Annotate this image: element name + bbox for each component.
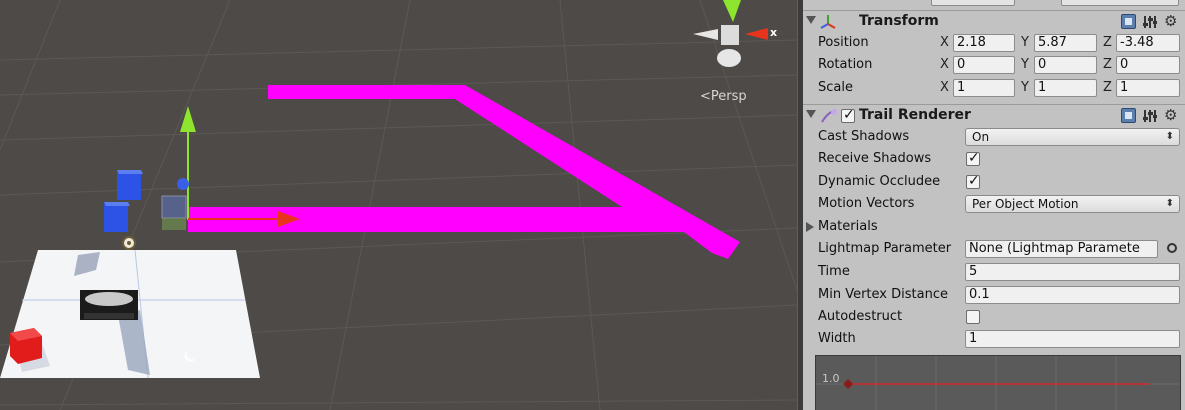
inspector-top-strip <box>803 0 1185 8</box>
tag-dropdown[interactable] <box>931 0 1015 6</box>
inspector-panel: Transform ⚙ Position X 2.18 Y 5.87 Z -3.… <box>803 0 1185 410</box>
materials-row[interactable]: Materials <box>803 216 1185 238</box>
rotation-x-label[interactable]: X <box>940 57 949 72</box>
cast-shadows-value: On <box>972 130 990 144</box>
width-label[interactable]: Width <box>818 331 856 346</box>
blue-cube-top[interactable] <box>117 170 143 200</box>
help-book-icon[interactable] <box>1121 108 1136 123</box>
scale-x-label[interactable]: X <box>940 80 949 95</box>
scene-view[interactable]: x <Persp <box>0 0 797 410</box>
rotation-row: Rotation X 0 Y 0 Z 0 <box>803 54 1185 76</box>
time-label[interactable]: Time <box>818 264 850 279</box>
rotation-y-label[interactable]: Y <box>1021 57 1029 72</box>
transform-axes-icon <box>820 15 836 29</box>
position-z-field[interactable]: -3.48 <box>1116 34 1180 52</box>
receive-shadows-checkbox[interactable]: ✓ <box>966 150 980 166</box>
trail-renderer-icon <box>821 109 837 123</box>
orientation-gizmo[interactable] <box>693 0 768 67</box>
rotation-z-field[interactable]: 0 <box>1116 56 1180 74</box>
help-book-icon[interactable] <box>1121 14 1136 29</box>
persp-toggle[interactable]: <Persp <box>700 89 747 104</box>
dropdown-arrows-icon: ⬍ <box>1165 131 1174 142</box>
dynamic-occludee-row: Dynamic Occludee ✓ <box>803 171 1185 193</box>
scale-z-label[interactable]: Z <box>1103 80 1112 95</box>
gizmo-x-axis-label[interactable]: x <box>770 26 777 39</box>
persp-arrow-icon: < <box>700 89 711 104</box>
cast-shadows-dropdown[interactable]: On ⬍ <box>965 128 1180 146</box>
curve-y-label: 1.0 <box>822 372 840 385</box>
checkmark-icon: ✓ <box>968 173 980 189</box>
rotation-y-field[interactable]: 0 <box>1034 56 1097 74</box>
trail-renderer-title: Trail Renderer <box>859 107 971 123</box>
transform-header[interactable]: Transform ⚙ <box>803 10 1185 32</box>
checkmark-icon: ✓ <box>843 107 855 123</box>
position-row: Position X 2.18 Y 5.87 Z -3.48 <box>803 32 1185 54</box>
reflective-panel[interactable] <box>80 290 138 320</box>
checkmark-icon: ✓ <box>968 150 980 166</box>
motion-vectors-label: Motion Vectors <box>818 196 915 211</box>
position-x-label[interactable]: X <box>940 35 949 50</box>
dropdown-arrows-icon: ⬍ <box>1165 198 1174 209</box>
min-vertex-distance-row: Min Vertex Distance 0.1 <box>803 284 1185 306</box>
position-y-field[interactable]: 5.87 <box>1034 34 1097 52</box>
lightmap-parameter-row: Lightmap Parameter None (Lightmap Parame… <box>803 238 1185 260</box>
scale-y-label[interactable]: Y <box>1021 80 1029 95</box>
transform-foldout-arrow[interactable] <box>806 16 816 24</box>
trail-renderer-enabled-checkbox[interactable]: ✓ <box>841 107 855 123</box>
motion-vectors-row: Motion Vectors Per Object Motion ⬍ <box>803 193 1185 215</box>
autodestruct-label: Autodestruct <box>818 309 903 324</box>
scale-row: Scale X 1 Y 1 Z 1 <box>803 77 1185 99</box>
motion-vectors-dropdown[interactable]: Per Object Motion ⬍ <box>965 195 1180 213</box>
position-y-label[interactable]: Y <box>1021 35 1029 50</box>
width-field[interactable]: 1 <box>965 330 1180 348</box>
rotation-label: Rotation <box>818 57 873 72</box>
scene-canvas[interactable] <box>0 0 797 410</box>
preset-settings-icon[interactable] <box>1142 108 1158 123</box>
transform-title: Transform <box>859 13 939 29</box>
curve-keyframe-icon <box>843 379 853 389</box>
layer-dropdown[interactable] <box>1061 0 1179 6</box>
red-cube[interactable] <box>10 328 42 364</box>
min-vertex-distance-label[interactable]: Min Vertex Distance <box>818 287 948 302</box>
rotation-z-label[interactable]: Z <box>1103 57 1112 72</box>
scale-label: Scale <box>818 80 853 95</box>
position-label: Position <box>818 35 869 50</box>
light-gizmo-icon[interactable] <box>122 236 136 250</box>
width-curve-grid <box>816 356 1180 410</box>
trail-renderer-header[interactable]: ✓ Trail Renderer ⚙ <box>803 104 1185 126</box>
persp-label: Persp <box>710 89 747 104</box>
trail-renderer-foldout-arrow[interactable] <box>806 110 816 118</box>
dynamic-occludee-label: Dynamic Occludee <box>818 174 941 189</box>
width-row: Width 1 <box>803 328 1185 350</box>
materials-label[interactable]: Materials <box>818 219 878 234</box>
preset-settings-icon[interactable] <box>1142 14 1158 29</box>
autodestruct-checkbox[interactable] <box>966 310 980 324</box>
time-row: Time 5 <box>803 261 1185 283</box>
blue-cube-bottom[interactable] <box>104 202 130 232</box>
cast-shadows-label: Cast Shadows <box>818 129 910 144</box>
cast-shadows-row: Cast Shadows On ⬍ <box>803 126 1185 148</box>
rotation-x-field[interactable]: 0 <box>953 56 1015 74</box>
dynamic-occludee-checkbox[interactable]: ✓ <box>966 173 980 189</box>
scale-x-field[interactable]: 1 <box>953 79 1015 97</box>
autodestruct-row: Autodestruct <box>803 306 1185 328</box>
scale-y-field[interactable]: 1 <box>1034 79 1097 97</box>
materials-foldout-arrow[interactable] <box>806 222 814 232</box>
trail-path[interactable] <box>188 85 740 259</box>
min-vertex-distance-field[interactable]: 0.1 <box>965 286 1180 304</box>
gear-icon[interactable]: ⚙ <box>1164 12 1177 30</box>
time-field[interactable]: 5 <box>965 263 1180 281</box>
lightmap-parameter-label: Lightmap Parameter <box>818 241 952 256</box>
gear-icon[interactable]: ⚙ <box>1164 106 1177 124</box>
receive-shadows-label: Receive Shadows <box>818 151 932 166</box>
motion-vectors-value: Per Object Motion <box>972 197 1079 211</box>
width-curve-editor[interactable]: 1.0 <box>815 355 1181 410</box>
lightmap-parameter-field[interactable]: None (Lightmap Paramete <box>965 240 1158 258</box>
scale-z-field[interactable]: 1 <box>1116 79 1180 97</box>
position-x-field[interactable]: 2.18 <box>953 34 1015 52</box>
position-z-label[interactable]: Z <box>1103 35 1112 50</box>
object-picker-icon[interactable] <box>1167 243 1177 253</box>
receive-shadows-row: Receive Shadows ✓ <box>803 148 1185 170</box>
